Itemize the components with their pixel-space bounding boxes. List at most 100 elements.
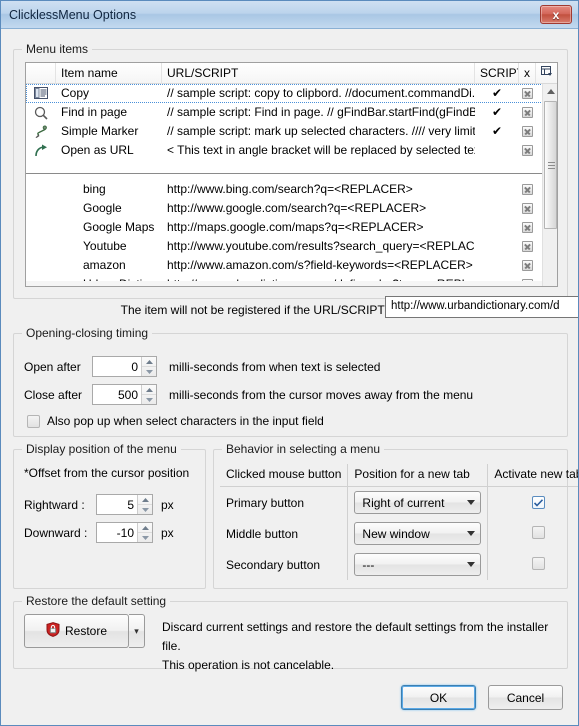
table-row[interactable]: Simple Marker // sample script: mark up … bbox=[26, 122, 557, 141]
spin-down-icon[interactable] bbox=[142, 395, 156, 404]
table-row[interactable]: amazon http://www.amazon.com/s?field-key… bbox=[26, 256, 557, 275]
ok-button[interactable]: OK bbox=[401, 685, 476, 710]
delete-row-button[interactable] bbox=[522, 126, 533, 137]
delete-row-button[interactable] bbox=[522, 203, 533, 214]
scroll-up-arrow-icon[interactable] bbox=[543, 84, 557, 99]
row-delete-cell bbox=[519, 180, 536, 199]
display-position-legend: Display position of the menu bbox=[22, 442, 181, 456]
rightward-input[interactable] bbox=[97, 495, 137, 514]
close-after-stepper[interactable] bbox=[92, 384, 157, 405]
column-chooser-icon[interactable] bbox=[536, 63, 557, 84]
column-header-delete[interactable]: x bbox=[519, 63, 536, 84]
restore-button[interactable]: Restore bbox=[24, 614, 129, 648]
downward-input[interactable] bbox=[97, 523, 137, 542]
delete-row-button[interactable] bbox=[522, 222, 533, 233]
rightward-spin-buttons[interactable] bbox=[137, 495, 152, 514]
table-row[interactable]: Google http://www.google.com/search?q=<R… bbox=[26, 199, 557, 218]
behavior-group: Behavior in selecting a menu Clicked mou… bbox=[213, 442, 578, 589]
close-after-spin-buttons[interactable] bbox=[141, 385, 156, 404]
scrollbar-thumb[interactable] bbox=[544, 101, 557, 229]
rightward-stepper[interactable] bbox=[96, 494, 153, 515]
restore-legend: Restore the default setting bbox=[22, 594, 171, 608]
row-icon-cell bbox=[26, 237, 56, 256]
position-select-primary[interactable]: Right of current bbox=[354, 491, 482, 514]
row-url-script: // sample script: mark up selected chara… bbox=[167, 124, 475, 138]
downward-stepper[interactable] bbox=[96, 522, 153, 543]
row-icon-cell bbox=[26, 218, 56, 237]
row-script-check bbox=[475, 141, 519, 160]
open-after-spin-buttons[interactable] bbox=[141, 357, 156, 376]
spin-up-icon[interactable] bbox=[138, 523, 152, 533]
activate-checkbox-middle[interactable] bbox=[531, 525, 545, 539]
marker-pen-icon bbox=[34, 124, 48, 139]
row-script-check bbox=[475, 180, 519, 199]
table-row[interactable]: bing http://www.bing.com/search?q=<REPLA… bbox=[26, 180, 557, 199]
menu-items-legend: Menu items bbox=[22, 42, 93, 56]
column-header-script[interactable]: SCRIPT? bbox=[475, 63, 519, 84]
menu-items-listbox[interactable]: Item name URL/SCRIPT SCRIPT? x bbox=[25, 62, 558, 287]
position-select-secondary[interactable]: --- bbox=[354, 553, 482, 576]
delete-row-button[interactable] bbox=[522, 260, 533, 271]
spin-up-icon[interactable] bbox=[142, 385, 156, 395]
uac-shield-lock-icon bbox=[46, 622, 60, 640]
close-icon: x bbox=[552, 7, 560, 22]
restore-description: Discard current settings and restore the… bbox=[162, 618, 567, 675]
vertical-scrollbar[interactable] bbox=[542, 84, 557, 286]
row-activate-cell bbox=[488, 518, 578, 549]
delete-row-button[interactable] bbox=[522, 145, 533, 156]
delete-row-button[interactable] bbox=[522, 88, 533, 99]
spin-down-icon[interactable] bbox=[138, 505, 152, 514]
row-item-name: amazon bbox=[83, 258, 126, 272]
table-row[interactable]: Find in page // sample script: Find in p… bbox=[26, 103, 557, 122]
behavior-legend: Behavior in selecting a menu bbox=[222, 442, 385, 456]
restore-dropdown-button[interactable]: ▾ bbox=[129, 614, 145, 648]
spin-up-icon[interactable] bbox=[138, 495, 152, 505]
columns-grid-icon bbox=[540, 66, 553, 80]
popup-input-field-checkbox[interactable] bbox=[27, 414, 40, 428]
popup-input-field-row[interactable]: Also pop up when select characters in th… bbox=[27, 414, 324, 428]
close-after-label: Close after bbox=[24, 387, 83, 402]
close-button[interactable]: x bbox=[540, 5, 572, 24]
row-icon-cell bbox=[26, 84, 56, 103]
spin-up-icon[interactable] bbox=[142, 357, 156, 367]
restore-group: Restore the default setting Restore ▾ Di… bbox=[13, 594, 568, 672]
cancel-button[interactable]: Cancel bbox=[488, 685, 563, 710]
activate-checkbox-primary[interactable] bbox=[531, 496, 545, 509]
activate-checkbox-secondary[interactable] bbox=[531, 556, 545, 570]
spin-down-icon[interactable] bbox=[138, 533, 152, 542]
table-row[interactable]: Copy // sample script: copy to clipbord.… bbox=[26, 84, 557, 103]
delete-row-button[interactable] bbox=[522, 107, 533, 118]
table-row[interactable]: Youtube http://www.youtube.com/results?s… bbox=[26, 237, 557, 256]
column-header-icon[interactable] bbox=[26, 63, 56, 84]
open-after-input[interactable] bbox=[93, 357, 141, 376]
column-header-url-script[interactable]: URL/SCRIPT bbox=[162, 63, 475, 84]
downward-spin-buttons[interactable] bbox=[137, 523, 152, 542]
row-delete-cell bbox=[519, 122, 536, 141]
row-delete-cell bbox=[519, 237, 536, 256]
table-row[interactable]: Open as URL < This text in angle bracket… bbox=[26, 141, 557, 160]
table-row: Primary button Right of current bbox=[220, 486, 578, 518]
open-url-arrow-icon bbox=[34, 144, 48, 158]
table-row[interactable]: Google Maps http://maps.google.com/maps?… bbox=[26, 218, 557, 237]
close-after-input[interactable] bbox=[93, 385, 141, 404]
offset-note: *Offset from the cursor position bbox=[24, 466, 190, 480]
delete-row-button[interactable] bbox=[522, 241, 533, 252]
open-after-label: Open after bbox=[24, 359, 81, 374]
open-after-suffix: milli-seconds from when text is selected bbox=[169, 359, 381, 374]
spin-down-icon[interactable] bbox=[142, 367, 156, 376]
row-label-primary-button: Primary button bbox=[220, 486, 349, 518]
row-script-check bbox=[475, 199, 519, 218]
open-after-row: Open after milli-seconds from when text … bbox=[24, 356, 380, 377]
open-after-stepper[interactable] bbox=[92, 356, 157, 377]
position-select-primary-value: Right of current bbox=[362, 495, 445, 510]
row-icon-cell bbox=[26, 103, 56, 122]
row-delete-cell bbox=[519, 103, 536, 122]
column-header-item-name[interactable]: Item name bbox=[56, 63, 162, 84]
position-select-middle[interactable]: New window bbox=[354, 522, 482, 545]
row-label-secondary-button: Secondary button bbox=[220, 549, 349, 580]
rightward-unit: px bbox=[161, 497, 174, 512]
position-select-secondary-value: --- bbox=[362, 557, 375, 572]
horizontal-scrollbar[interactable] bbox=[26, 281, 544, 286]
delete-row-button[interactable] bbox=[522, 184, 533, 195]
timing-legend: Opening-closing timing bbox=[22, 326, 153, 340]
